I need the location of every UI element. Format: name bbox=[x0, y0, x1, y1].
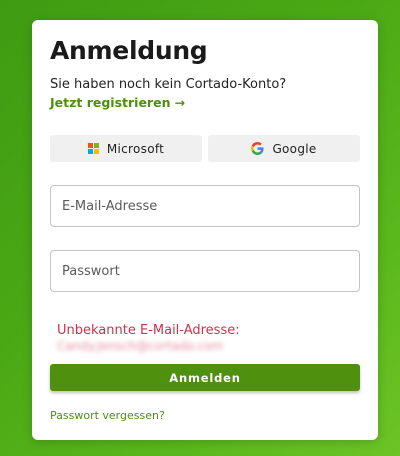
email-field[interactable] bbox=[50, 185, 360, 227]
login-card: Anmeldung Sie haben noch kein Cortado-Ko… bbox=[32, 20, 378, 440]
microsoft-logo-icon bbox=[87, 143, 99, 154]
register-link-label: Jetzt registrieren bbox=[50, 95, 171, 110]
error-message: Unbekannte E-Mail-Adresse: bbox=[57, 323, 240, 338]
error-email-value: Candy.Jensch@cortado.com bbox=[57, 339, 224, 353]
microsoft-login-button[interactable]: Microsoft bbox=[50, 135, 202, 162]
arrow-right-icon: → bbox=[174, 95, 185, 110]
register-link[interactable]: Jetzt registrieren → bbox=[50, 95, 185, 110]
password-field[interactable] bbox=[50, 250, 360, 292]
forgot-password-link[interactable]: Passwort vergessen? bbox=[50, 409, 165, 422]
google-login-button[interactable]: Google bbox=[208, 135, 360, 162]
no-account-text: Sie haben noch kein Cortado-Konto? bbox=[50, 77, 287, 92]
google-logo-icon bbox=[251, 142, 265, 155]
page-title: Anmeldung bbox=[50, 36, 208, 65]
login-submit-button[interactable]: Anmelden bbox=[50, 364, 360, 391]
google-login-label: Google bbox=[272, 141, 317, 156]
microsoft-login-label: Microsoft bbox=[106, 141, 165, 156]
